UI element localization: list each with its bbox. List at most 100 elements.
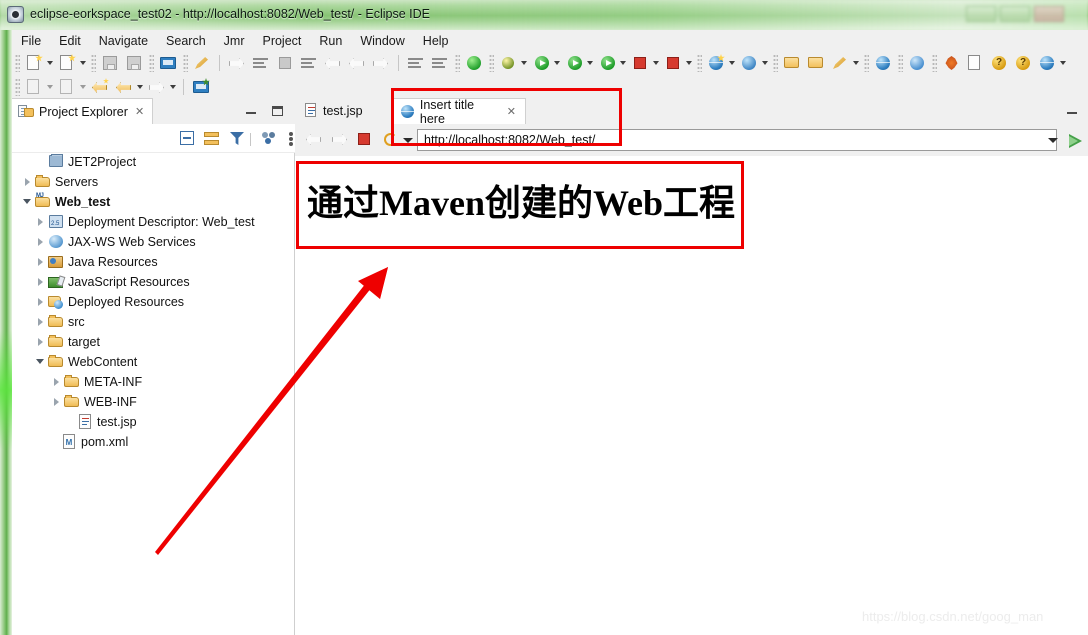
twisty-collapsed-icon[interactable] xyxy=(34,212,47,232)
tree-item-deployment-descriptor[interactable]: Deployment Descriptor: Web_test xyxy=(12,212,295,232)
maximize-button[interactable] xyxy=(1000,6,1030,22)
chevron-down-icon[interactable] xyxy=(399,131,419,149)
chevron-down-icon[interactable] xyxy=(619,53,628,73)
tree-item-jax-ws-web-services[interactable]: JAX-WS Web Services xyxy=(12,232,295,252)
terminate-icon[interactable] xyxy=(274,53,296,73)
close-icon[interactable]: ✕ xyxy=(135,105,144,118)
twisty-collapsed-icon[interactable] xyxy=(34,272,47,292)
menu-navigate[interactable]: Navigate xyxy=(90,30,157,51)
maximize-panel-icon[interactable] xyxy=(269,103,285,119)
search-scm-icon[interactable] xyxy=(738,53,760,73)
menu-project[interactable]: Project xyxy=(253,30,310,51)
toggle-breakpoint-icon[interactable] xyxy=(405,53,427,73)
minimize-editor-icon[interactable] xyxy=(1064,103,1082,119)
tree-item-pom-xml[interactable]: M pom.xml xyxy=(12,432,295,452)
tree-item-webcontent[interactable]: WebContent xyxy=(12,352,295,372)
chevron-down-icon[interactable] xyxy=(685,53,694,73)
chevron-down-icon[interactable] xyxy=(79,53,88,73)
chevron-down-icon[interactable] xyxy=(652,53,661,73)
menu-run[interactable]: Run xyxy=(310,30,351,51)
link-with-editor-button[interactable] xyxy=(203,129,222,148)
step-into-icon[interactable] xyxy=(226,53,248,73)
minimize-panel-icon[interactable] xyxy=(243,103,259,119)
tab-test-jsp[interactable]: test.jsp xyxy=(295,98,372,124)
run-external-icon[interactable] xyxy=(596,53,618,73)
tab-insert-title-here[interactable]: Insert title here ✕ xyxy=(391,98,526,126)
save-icon[interactable] xyxy=(99,53,121,73)
tree-item-deployed-resources[interactable]: Deployed Resources xyxy=(12,292,295,312)
twisty-collapsed-icon[interactable] xyxy=(34,232,47,252)
working-sets-button[interactable] xyxy=(260,129,279,148)
link-editor-icon[interactable] xyxy=(191,53,213,73)
step-out-icon[interactable] xyxy=(370,53,392,73)
brush-icon[interactable] xyxy=(829,53,851,73)
filter-button[interactable] xyxy=(228,129,247,148)
close-button[interactable] xyxy=(1034,6,1064,22)
twisty-collapsed-icon[interactable] xyxy=(34,332,47,352)
publish-icon[interactable] xyxy=(662,53,684,73)
twisty-collapsed-icon[interactable] xyxy=(34,292,47,312)
tree-item-java-resources[interactable]: Java Resources xyxy=(12,252,295,272)
project-tree[interactable]: JET2Project Servers Web_test Deployment … xyxy=(12,152,295,635)
help-icon[interactable]: ? xyxy=(1012,53,1034,73)
close-icon[interactable]: ✕ xyxy=(507,105,516,118)
tree-item-test-jsp[interactable]: test.jsp xyxy=(12,412,295,432)
minimize-button[interactable] xyxy=(966,6,996,22)
chevron-down-icon[interactable] xyxy=(852,53,861,73)
chevron-down-icon[interactable] xyxy=(1059,53,1068,73)
menu-edit[interactable]: Edit xyxy=(50,30,90,51)
twisty-expanded-icon[interactable] xyxy=(34,352,47,372)
tree-item-jet2project[interactable]: JET2Project xyxy=(12,152,295,172)
open-type-icon[interactable] xyxy=(781,53,803,73)
menu-file[interactable]: File xyxy=(12,30,50,51)
save-all-icon[interactable] xyxy=(123,53,145,73)
help-search-icon[interactable]: ? xyxy=(988,53,1010,73)
twisty-collapsed-icon[interactable] xyxy=(34,312,47,332)
browser-toolbar[interactable]: http://localhost:8082/Web_test/ xyxy=(295,124,1088,157)
forward-arrow-icon[interactable] xyxy=(331,131,351,149)
toolbar-grip[interactable] xyxy=(15,78,20,96)
import-icon[interactable] xyxy=(23,77,45,97)
toolbar-grip[interactable] xyxy=(697,54,702,72)
stop-icon[interactable] xyxy=(356,131,376,149)
twisty-collapsed-icon[interactable] xyxy=(34,252,47,272)
open-resource-icon[interactable] xyxy=(805,53,827,73)
toolbar-grip[interactable] xyxy=(773,54,778,72)
tree-item-web-inf[interactable]: WEB-INF xyxy=(12,392,295,412)
window-controls[interactable] xyxy=(964,2,1084,26)
panel-window-controls[interactable] xyxy=(243,103,289,119)
step-over-icon[interactable] xyxy=(322,53,344,73)
collapse-all-button[interactable] xyxy=(178,129,197,148)
skip-breakpoints-icon[interactable] xyxy=(429,53,451,73)
twisty-collapsed-icon[interactable] xyxy=(21,172,34,192)
chevron-down-icon[interactable] xyxy=(520,53,529,73)
menu-jmr[interactable]: Jmr xyxy=(215,30,254,51)
toolbar-grip[interactable] xyxy=(91,54,96,72)
profile-icon[interactable] xyxy=(906,53,928,73)
chevron-down-icon[interactable] xyxy=(728,53,737,73)
project-explorer-toolbar[interactable] xyxy=(12,124,295,153)
pause-icon[interactable] xyxy=(250,53,272,73)
web-tools-icon[interactable] xyxy=(1036,53,1058,73)
back-arrow-icon[interactable] xyxy=(305,131,325,149)
back-history-icon[interactable] xyxy=(89,77,111,97)
step-filters-icon[interactable] xyxy=(298,53,320,73)
main-toolbar-row-1[interactable]: ? ? xyxy=(12,52,1088,89)
chevron-down-icon[interactable] xyxy=(79,77,88,97)
chevron-down-icon[interactable] xyxy=(169,77,178,97)
tree-item-servers[interactable]: Servers xyxy=(12,172,295,192)
chevron-down-icon[interactable] xyxy=(46,53,55,73)
toolbar-grip[interactable] xyxy=(932,54,937,72)
print-icon[interactable] xyxy=(157,53,179,73)
power-icon[interactable] xyxy=(463,53,485,73)
tree-item-src[interactable]: src xyxy=(12,312,295,332)
menu-window[interactable]: Window xyxy=(351,30,413,51)
toolbar-grip[interactable] xyxy=(898,54,903,72)
go-play-icon[interactable] xyxy=(1067,133,1085,149)
main-toolbar-row-2[interactable] xyxy=(12,76,1088,99)
tab-project-explorer[interactable]: Project Explorer ✕ xyxy=(12,98,154,124)
stop-server-icon[interactable] xyxy=(629,53,651,73)
debug-icon[interactable] xyxy=(497,53,519,73)
toolbar-grip[interactable] xyxy=(149,54,154,72)
minimize-glyph[interactable] xyxy=(1064,103,1080,119)
